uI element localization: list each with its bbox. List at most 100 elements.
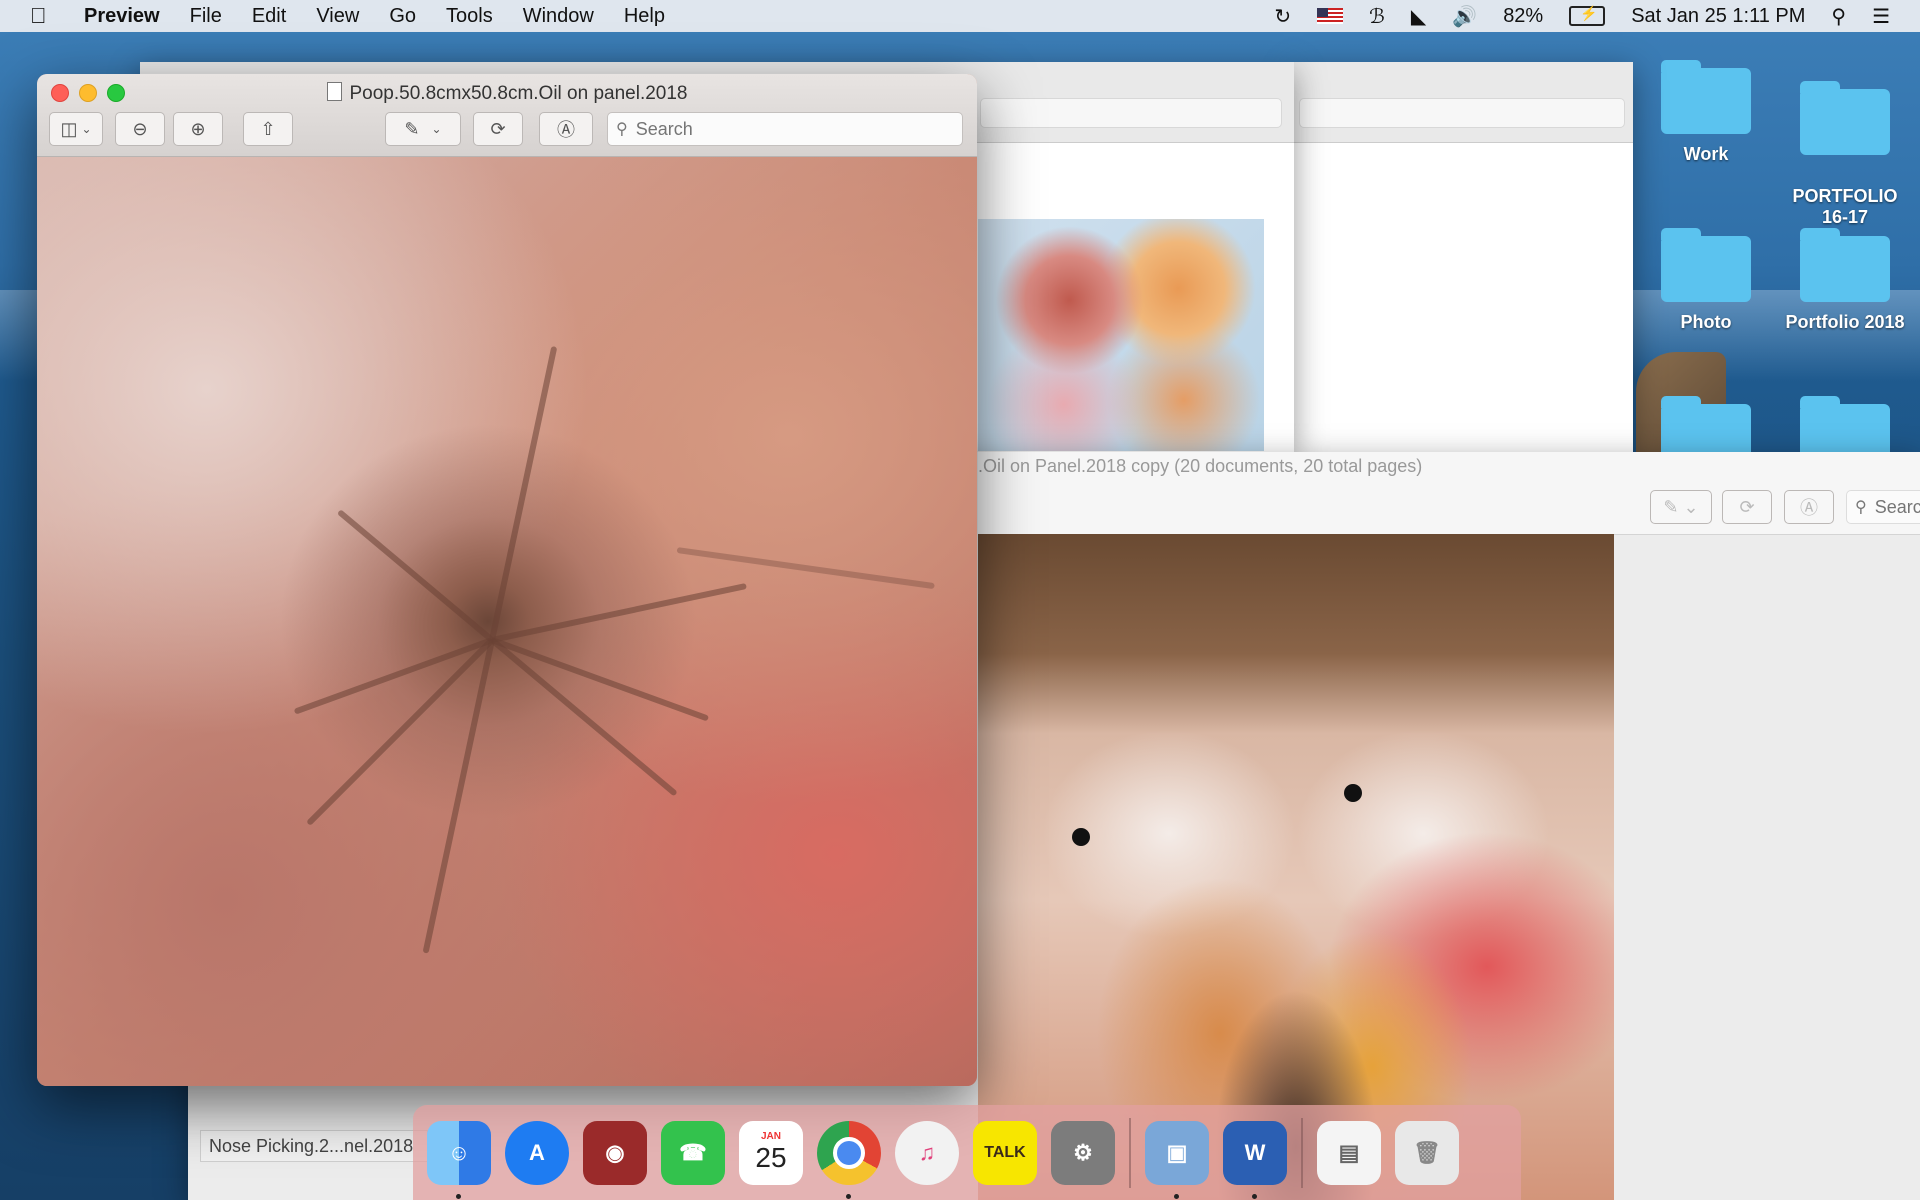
document-status-text: .Oil on Panel.2018 copy (20 documents, 2… xyxy=(978,456,1423,476)
dock-kakaotalk-icon[interactable]: TALK xyxy=(973,1120,1037,1185)
painting-image xyxy=(37,157,977,1086)
spotlight-icon[interactable]: ⚲ xyxy=(1831,4,1846,29)
notification-center-icon[interactable]: ☰ xyxy=(1872,4,1890,29)
sidebar-toggle-button[interactable]: ◫ ⌄ xyxy=(49,112,103,146)
paint-stroke xyxy=(293,637,494,715)
dock-photo-booth-icon[interactable]: ◉ xyxy=(583,1120,647,1185)
dock-chrome-icon[interactable] xyxy=(817,1120,881,1199)
dock-finder-icon[interactable]: ☺ xyxy=(427,1120,491,1199)
running-indicator xyxy=(846,1193,851,1199)
background-search-field[interactable]: ⚲ xyxy=(1846,490,1920,524)
menu-view[interactable]: View xyxy=(316,5,359,28)
painted-eye xyxy=(1072,828,1090,846)
folder-label: PORTFOLIO 16-17 xyxy=(1792,186,1898,227)
menu-go[interactable]: Go xyxy=(389,5,416,28)
menu-help[interactable]: Help xyxy=(624,5,665,28)
menu-file[interactable]: File xyxy=(190,5,222,28)
dock-preview-icon[interactable]: ▣ xyxy=(1145,1120,1209,1199)
dock-calendar-icon[interactable]: JAN 25 xyxy=(739,1120,803,1185)
folder-icon xyxy=(1800,81,1890,155)
menu-bar:  Preview File Edit View Go Tools Window… xyxy=(0,0,1920,32)
share-icon: ⇧ xyxy=(260,118,276,139)
background-window-right[interactable] xyxy=(1293,62,1633,452)
background-search-input[interactable] xyxy=(1872,495,1920,519)
markup-icon: Ⓐ xyxy=(557,120,575,140)
dock-separator xyxy=(1301,1117,1303,1188)
window-title: Poop.50.8cmx50.8cm.Oil on panel.2018 xyxy=(37,82,977,105)
preview-window[interactable]: Poop.50.8cmx50.8cm.Oil on panel.2018 ◫ ⌄ … xyxy=(37,74,977,1086)
folder-label: Photo xyxy=(1680,312,1732,332)
menu-tools[interactable]: Tools xyxy=(446,5,493,28)
word-label: W xyxy=(1244,1139,1266,1165)
chrome-center xyxy=(833,1136,865,1169)
markup-button-disabled[interactable]: Ⓐ xyxy=(1784,490,1834,524)
folder-icon xyxy=(1661,228,1751,302)
sidebar-icon: ◫ xyxy=(60,118,78,139)
dock-music-icon[interactable]: ♫ xyxy=(895,1120,959,1185)
dock-word-icon[interactable]: W xyxy=(1223,1120,1287,1199)
calendar-day: 25 xyxy=(755,1142,787,1173)
paint-stroke xyxy=(422,639,495,954)
wifi-icon[interactable]: ◣ xyxy=(1411,4,1426,29)
dock: ☺ A ◉ ☎ JAN 25 ♫ TALK ⚙ ▣ W ▤ 🗑 xyxy=(413,1105,1521,1200)
flower-painting-image xyxy=(978,219,1264,451)
dock-trash-icon[interactable]: 🗑 xyxy=(1395,1120,1459,1185)
desktop-folder-photo[interactable]: Photo xyxy=(1636,228,1776,333)
dock-separator xyxy=(1129,1117,1131,1188)
dock-app-store-icon[interactable]: A xyxy=(505,1120,569,1185)
folder-label: Work xyxy=(1683,144,1729,164)
menu-edit[interactable]: Edit xyxy=(252,5,286,28)
zoom-in-button[interactable]: ⊕ xyxy=(173,112,223,146)
desktop-folder-portfolio-16-17[interactable]: PORTFOLIO 16-17 xyxy=(1775,68,1915,249)
rotate-icon: ⟳ xyxy=(490,118,506,139)
search-field[interactable]: ⚲ xyxy=(607,112,963,146)
paint-stroke xyxy=(491,583,747,643)
volume-icon[interactable]: 🔊 xyxy=(1452,4,1477,29)
bluetooth-icon[interactable]: ℬ xyxy=(1369,4,1385,29)
kakaotalk-label: TALK xyxy=(984,1143,1026,1161)
chevron-down-icon: ⌄ xyxy=(81,122,92,136)
folder-icon xyxy=(1661,60,1751,134)
running-indicator xyxy=(1252,1193,1257,1199)
running-indicator xyxy=(1174,1193,1179,1199)
thumbnail-label[interactable]: Nose Picking.2...nel.2018 xyxy=(200,1130,428,1162)
window-title-text: Poop.50.8cmx50.8cm.Oil on panel.2018 xyxy=(349,83,688,104)
markup-toolbar-button[interactable]: Ⓐ xyxy=(539,112,593,146)
search-icon: ⚲ xyxy=(616,121,628,138)
apple-menu-icon[interactable]:  xyxy=(30,3,56,29)
background-window-field xyxy=(980,98,1282,128)
markup-pen-button[interactable]: ✎ ⌄ xyxy=(385,112,461,146)
search-icon: ⚲ xyxy=(1855,499,1867,516)
folder-icon xyxy=(1800,228,1890,302)
desktop-folder-portfolio-2018[interactable]: Portfolio 2018 xyxy=(1775,228,1915,333)
rotate-button-disabled[interactable]: ⟳ xyxy=(1722,490,1772,524)
battery-icon[interactable] xyxy=(1569,5,1606,26)
desktop-folder-work[interactable]: Work xyxy=(1636,60,1776,165)
dock-facetime-icon[interactable]: ☎ xyxy=(661,1120,725,1185)
dock-documents-stack-icon[interactable]: ▤ xyxy=(1317,1120,1381,1185)
dock-system-preferences-icon[interactable]: ⚙ xyxy=(1051,1120,1115,1185)
flag-icon[interactable] xyxy=(1317,8,1344,24)
clock[interactable]: Sat Jan 25 1:11 PM xyxy=(1631,5,1805,28)
running-indicator xyxy=(456,1193,461,1199)
paint-stroke xyxy=(676,547,935,590)
document-icon xyxy=(326,82,342,101)
menu-window[interactable]: Window xyxy=(523,5,594,28)
share-button[interactable]: ⇧ xyxy=(243,112,293,146)
rotate-button[interactable]: ⟳ xyxy=(473,112,523,146)
search-input[interactable] xyxy=(633,117,938,141)
painted-eye xyxy=(1344,784,1362,802)
paint-stroke xyxy=(490,637,678,797)
zoom-out-icon: ⊖ xyxy=(132,118,148,139)
calendar-month: JAN xyxy=(760,1131,781,1142)
pen-icon: ✎ xyxy=(404,118,420,139)
window-titlebar[interactable]: Poop.50.8cmx50.8cm.Oil on panel.2018 ◫ ⌄ … xyxy=(37,74,977,157)
time-machine-icon[interactable]: ↻ xyxy=(1274,4,1291,29)
battery-percent[interactable]: 82% xyxy=(1503,5,1543,28)
zoom-out-button[interactable]: ⊖ xyxy=(115,112,165,146)
folder-label: Portfolio 2018 xyxy=(1785,312,1905,332)
paint-stroke xyxy=(336,509,494,643)
paint-stroke xyxy=(489,345,558,641)
menu-app-name[interactable]: Preview xyxy=(84,5,160,28)
markup-pen-button-disabled[interactable]: ✎ ⌄ xyxy=(1650,490,1712,524)
